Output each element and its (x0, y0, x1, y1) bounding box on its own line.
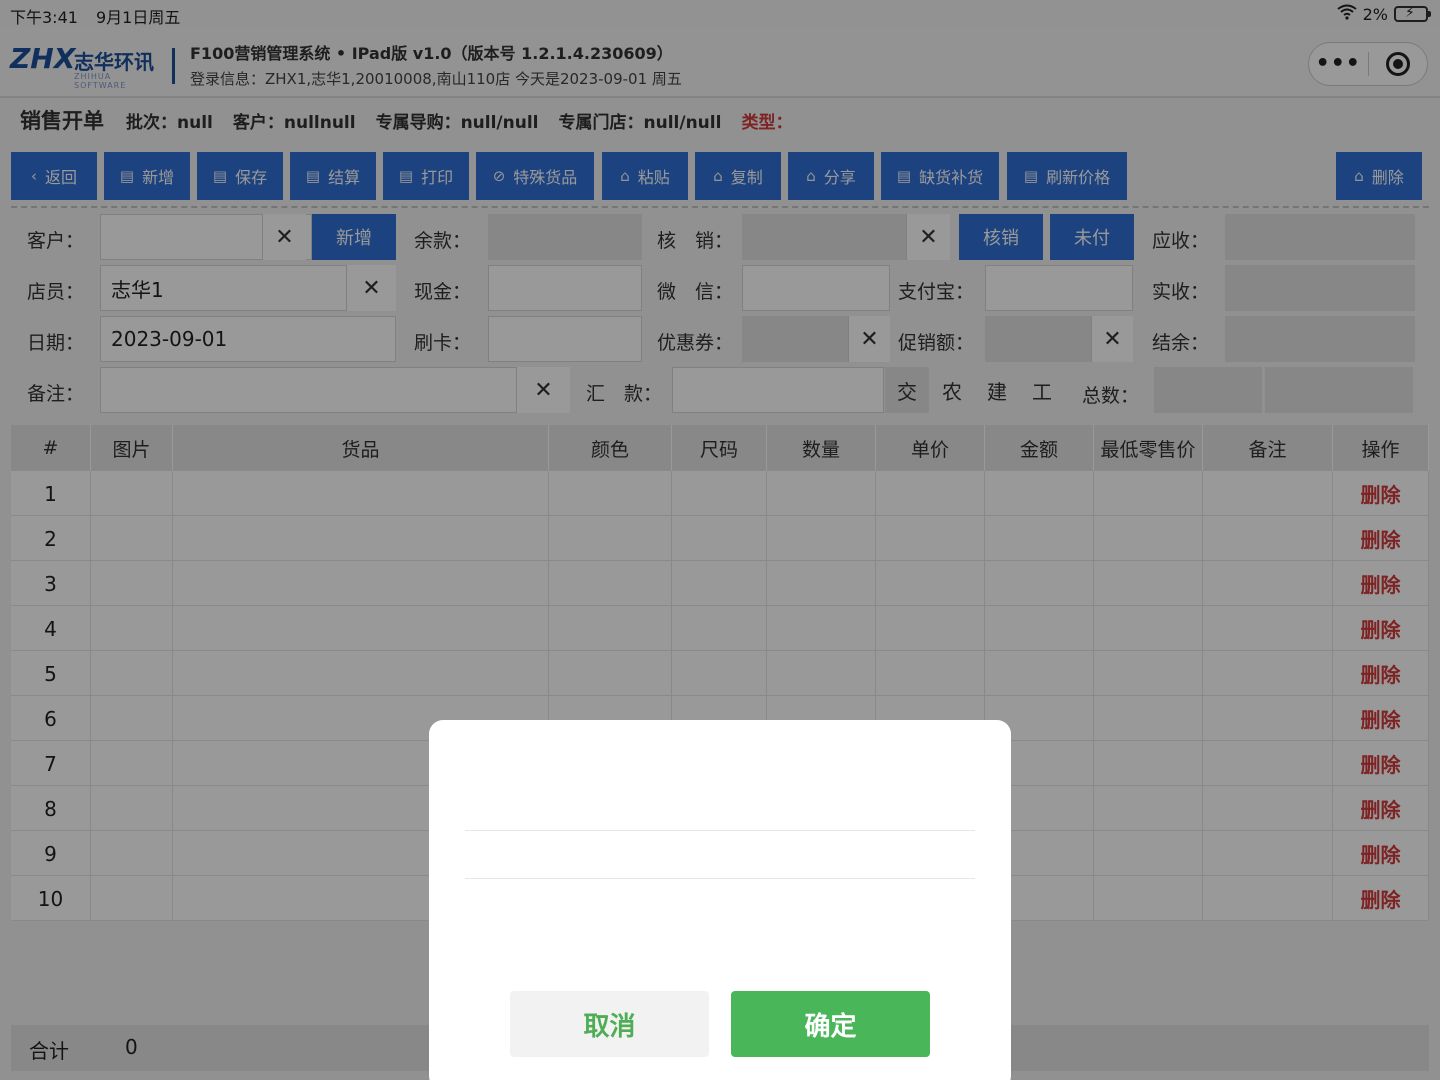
date-picker-dialog: 2 20 20 20 2 取消 确定 (429, 720, 1011, 1080)
date-picker-wheel[interactable]: 2 20 20 20 2 (465, 740, 975, 990)
picker-line-top (465, 830, 975, 831)
cancel-button[interactable]: 取消 (510, 991, 709, 1057)
picker-line-bottom (465, 878, 975, 879)
confirm-button[interactable]: 确定 (731, 991, 930, 1057)
